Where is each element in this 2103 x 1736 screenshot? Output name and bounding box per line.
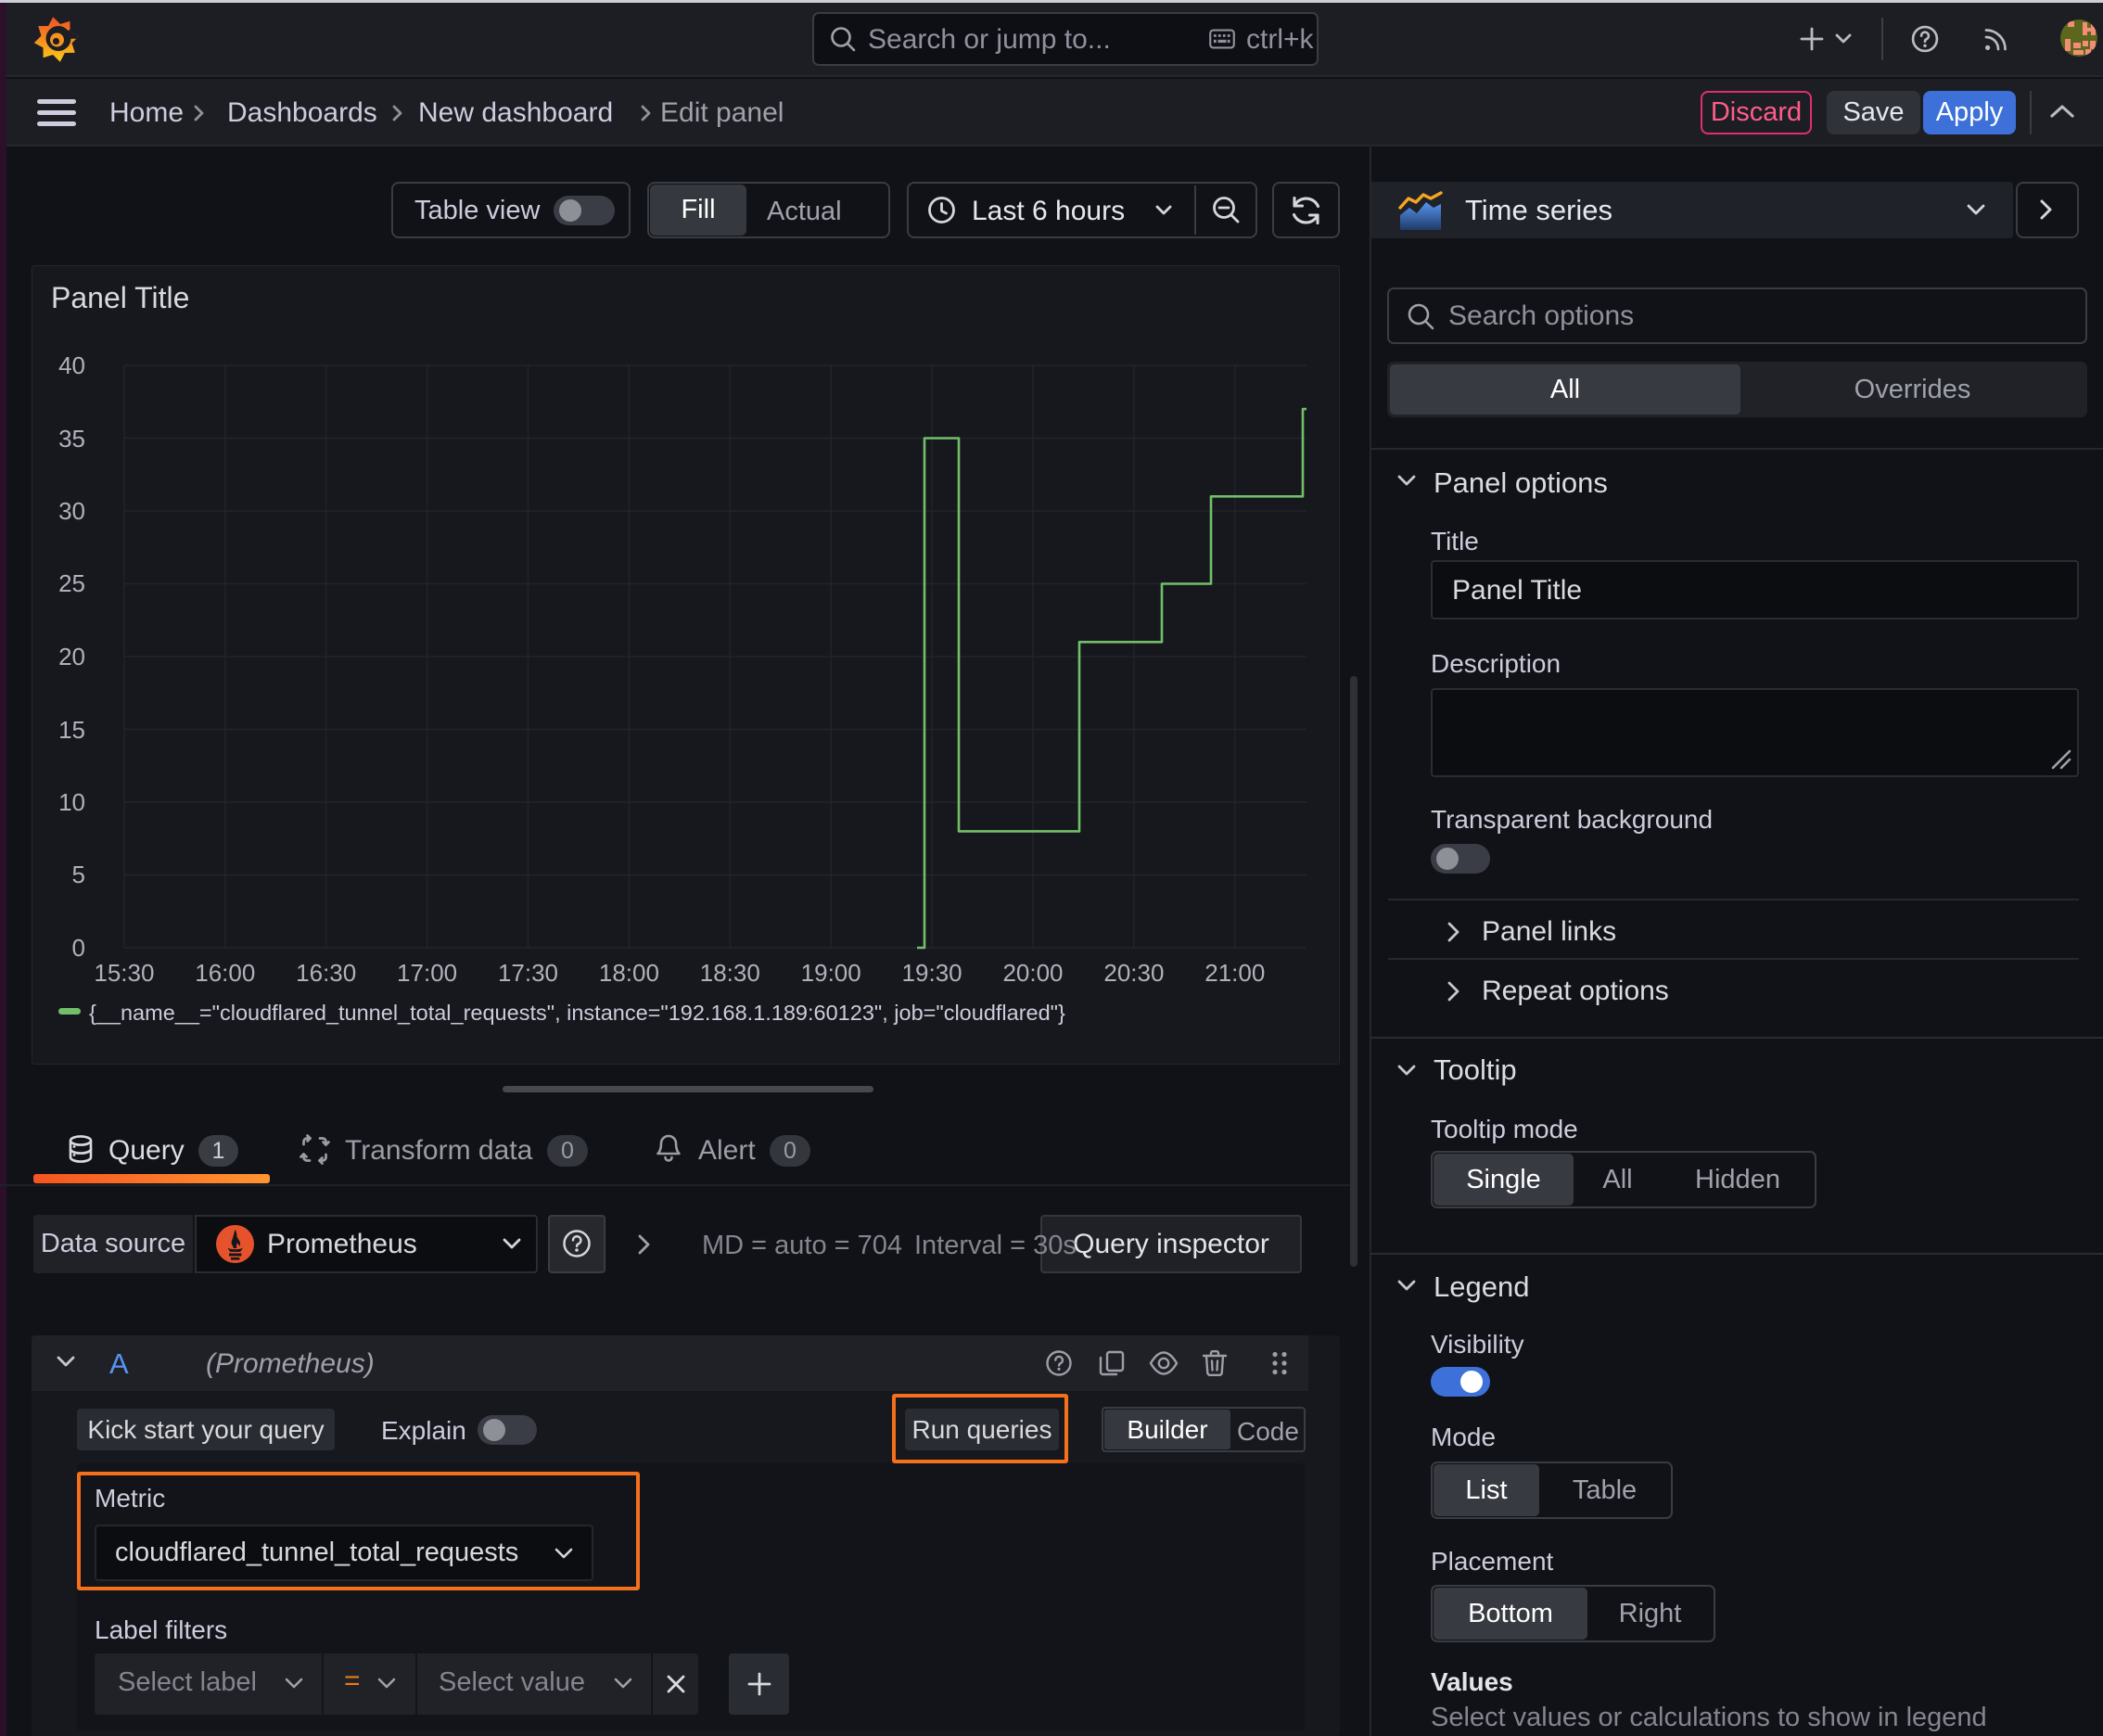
svg-text:20: 20: [58, 643, 85, 670]
svg-text:15:30: 15:30: [94, 959, 154, 987]
svg-text:21:00: 21:00: [1204, 959, 1265, 987]
svg-text:25: 25: [58, 569, 85, 597]
svg-text:35: 35: [58, 425, 85, 453]
svg-text:20:00: 20:00: [1002, 959, 1063, 987]
svg-text:16:30: 16:30: [296, 959, 356, 987]
svg-text:17:30: 17:30: [498, 959, 558, 987]
svg-text:15: 15: [58, 716, 85, 744]
svg-text:19:00: 19:00: [801, 959, 861, 987]
svg-text:30: 30: [58, 497, 85, 525]
svg-text:20:30: 20:30: [1103, 959, 1164, 987]
svg-text:17:00: 17:00: [397, 959, 457, 987]
svg-text:10: 10: [58, 788, 85, 816]
svg-text:0: 0: [72, 934, 85, 962]
svg-text:18:00: 18:00: [599, 959, 659, 987]
svg-text:16:00: 16:00: [195, 959, 255, 987]
svg-text:19:30: 19:30: [902, 959, 962, 987]
svg-text:{__name__="cloudflared_tunnel_: {__name__="cloudflared_tunnel_total_requ…: [89, 1001, 1065, 1025]
svg-text:5: 5: [72, 861, 85, 888]
svg-text:18:30: 18:30: [700, 959, 760, 987]
svg-text:40: 40: [58, 351, 85, 379]
